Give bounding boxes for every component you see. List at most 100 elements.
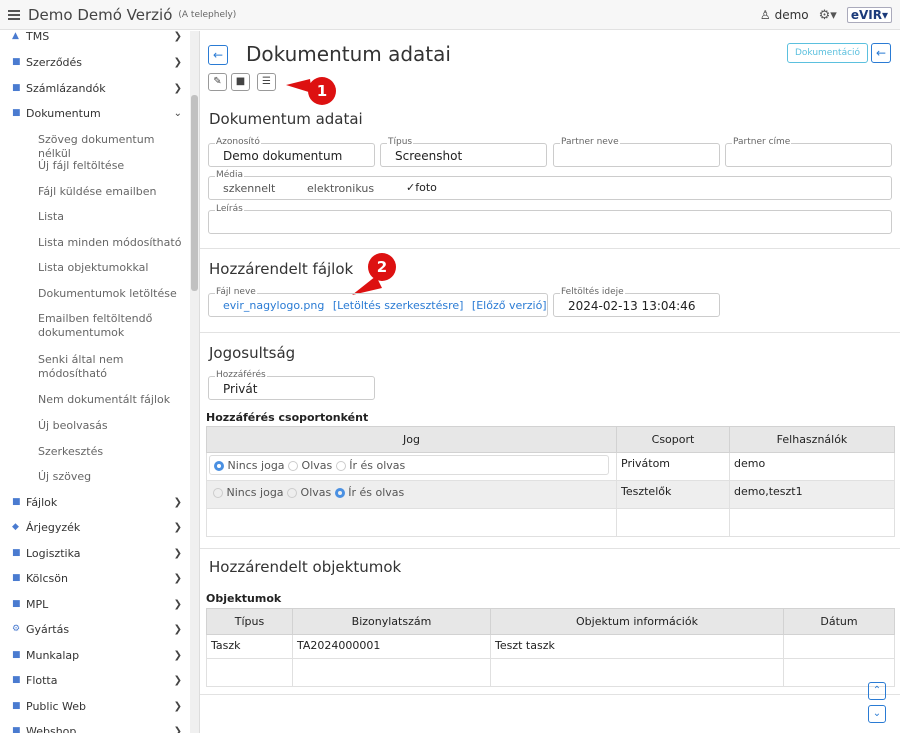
media-option-photo[interactable]: ✓foto <box>406 181 437 194</box>
sidebar-item-webshop[interactable]: ■ Webshop ❯ <box>0 719 190 733</box>
back-button-right[interactable]: ← <box>871 43 891 63</box>
chevron-right-icon: ❯ <box>173 598 182 610</box>
menu-icon[interactable] <box>8 9 20 20</box>
submenu-item[interactable]: Szöveg dokumentum nélkül <box>38 133 188 161</box>
trash-icon: ■ <box>235 76 246 87</box>
settings-icon[interactable]: ⚙▾ <box>819 8 837 23</box>
access-field[interactable]: Hozzáférés Privát <box>208 370 375 400</box>
submenu-item[interactable]: Szerkesztés <box>38 445 188 459</box>
field-value: 2024-02-13 13:04:46 <box>568 299 696 313</box>
type-field[interactable]: Típus Screenshot <box>380 137 547 167</box>
submenu-item[interactable]: Nem dokumentált fájlok <box>38 393 188 407</box>
sidebar-item-contract[interactable]: ■ Szerződés ❯ <box>0 50 190 74</box>
field-label: Feltöltés ideje <box>560 287 625 297</box>
sidebar-item-billing[interactable]: ■ Számlázandók ❯ <box>0 76 190 100</box>
radio-no-access[interactable] <box>214 461 224 471</box>
worksheet-icon: ■ <box>12 650 21 660</box>
field-label: Partner neve <box>560 137 620 147</box>
sidebar-item-mpl[interactable]: ■ MPL ❯ <box>0 592 190 616</box>
divider <box>200 332 900 333</box>
tag-icon: ◆ <box>12 522 19 532</box>
radio-label: Olvas <box>300 486 332 499</box>
id-field[interactable]: Azonosító Demo dokumentum <box>208 137 375 167</box>
table-row[interactable]: Taszk TA2024000001 Teszt taszk <box>206 634 895 659</box>
sidebar-label: Dokumentum <box>26 106 101 120</box>
documentation-button[interactable]: Dokumentáció <box>787 43 868 63</box>
submenu-item[interactable]: Új beolvasás <box>38 419 188 433</box>
logo[interactable]: eVIR▾ <box>846 7 892 23</box>
submenu-item[interactable]: Lista objektumokkal <box>38 261 188 275</box>
radio-no-access[interactable] <box>213 488 223 498</box>
sidebar-label: MPL <box>26 597 49 611</box>
partner-address-field[interactable]: Partner címe <box>725 137 892 167</box>
radio-write[interactable] <box>334 488 345 498</box>
field-label: Média <box>215 170 245 180</box>
users-cell: demo,teszt1 <box>729 480 895 509</box>
date-cell <box>783 634 895 659</box>
previous-version-link[interactable]: [Előző verzió] <box>472 299 547 312</box>
list-icon: ☰ <box>262 76 271 87</box>
chevron-right-icon: ❯ <box>173 496 182 508</box>
field-value: Demo dokumentum <box>223 149 343 163</box>
sidebar-item-tms[interactable]: ▲ TMS ❯ <box>0 31 190 48</box>
rights-table: Jog Csoport Felhasználók Nincs joga Olva… <box>206 426 895 537</box>
media-option-scanned[interactable]: szkennelt <box>223 182 275 195</box>
sidebar-item-worksheet[interactable]: ■ Munkalap ❯ <box>0 643 190 667</box>
sidebar-label: Logisztika <box>26 546 81 560</box>
document-icon: ■ <box>12 108 21 118</box>
submenu-item[interactable]: Lista minden módosítható <box>38 236 188 250</box>
radio-write[interactable] <box>335 461 346 471</box>
submenu-item[interactable]: Új szöveg <box>38 470 188 484</box>
sidebar-item-pricelist[interactable]: ◆ Árjegyzék ❯ <box>0 515 190 539</box>
submenu-item[interactable]: Senki által nem módosítható <box>38 353 148 381</box>
sidebar-item-logistics[interactable]: ■ Logisztika ❯ <box>0 541 190 565</box>
back-button[interactable]: ← <box>208 45 228 65</box>
description-field[interactable]: Leírás <box>208 204 892 234</box>
media-option-electronic[interactable]: elektronikus <box>307 182 374 195</box>
cart-icon: ■ <box>12 726 21 733</box>
submenu-item[interactable]: Lista <box>38 210 188 224</box>
download-edit-link[interactable]: [Letöltés szerkesztésre] <box>333 299 464 312</box>
scroll-down-button[interactable]: ⌄ <box>868 705 886 723</box>
sidebar-item-loan[interactable]: ■ Kölcsön ❯ <box>0 566 190 590</box>
divider <box>200 694 900 695</box>
submenu-item[interactable]: Új fájl feltöltése <box>38 159 188 173</box>
sidebar-item-files[interactable]: ■ Fájlok ❯ <box>0 490 190 514</box>
sidebar-label: Gyártás <box>26 622 70 636</box>
page-title: Dokumentum adatai <box>246 42 451 66</box>
sidebar-scrollbar[interactable] <box>190 31 199 733</box>
submenu-item[interactable]: Dokumentumok letöltése <box>38 287 188 301</box>
radio-read[interactable] <box>288 461 299 471</box>
billing-icon: ■ <box>12 83 21 93</box>
sidebar-item-production[interactable]: ⚙ Gyártás ❯ <box>0 617 190 641</box>
radio-read[interactable] <box>287 488 298 498</box>
list-button[interactable]: ☰ <box>257 73 276 91</box>
hand-icon: ■ <box>12 573 21 583</box>
type-cell: Taszk <box>206 634 293 659</box>
sidebar-item-public-web[interactable]: ■ Public Web ❯ <box>0 694 190 718</box>
divider <box>200 248 900 249</box>
user-menu[interactable]: ♙ demo <box>760 8 809 22</box>
sidebar-item-document[interactable]: ■ Dokumentum ⌄ <box>0 101 190 125</box>
submenu-item[interactable]: Fájl küldése emailben <box>38 185 188 199</box>
scroll-up-button[interactable]: ⌃ <box>868 682 886 700</box>
user-name: demo <box>774 8 809 22</box>
file-name-link[interactable]: evir_nagylogo.png <box>223 299 324 312</box>
rights-options: Nincs joga Olvas Ír és olvas <box>206 480 617 509</box>
chevron-right-icon: ❯ <box>173 725 182 733</box>
scrollbar-thumb[interactable] <box>191 95 198 291</box>
gears-icon: ⚙ <box>12 624 21 634</box>
partner-name-field[interactable]: Partner neve <box>553 137 720 167</box>
sidebar-label: TMS <box>26 31 50 43</box>
divider <box>200 548 900 549</box>
sidebar-label: Szerződés <box>26 55 83 69</box>
radio-label: Ír és olvas <box>348 486 405 499</box>
sidebar-item-fleet[interactable]: ■ Flotta ❯ <box>0 668 190 692</box>
chevron-right-icon: ❯ <box>173 623 182 635</box>
edit-button[interactable]: ✎ <box>208 73 227 91</box>
submenu-item[interactable]: Emailben feltöltendő dokumentumok <box>38 312 178 340</box>
upload-time-field[interactable]: Feltöltés ideje 2024-02-13 13:04:46 <box>553 287 720 317</box>
chevron-up-icon: ⌃ <box>872 685 882 696</box>
delete-button[interactable]: ■ <box>231 73 250 91</box>
chevron-right-icon: ❯ <box>173 82 182 94</box>
